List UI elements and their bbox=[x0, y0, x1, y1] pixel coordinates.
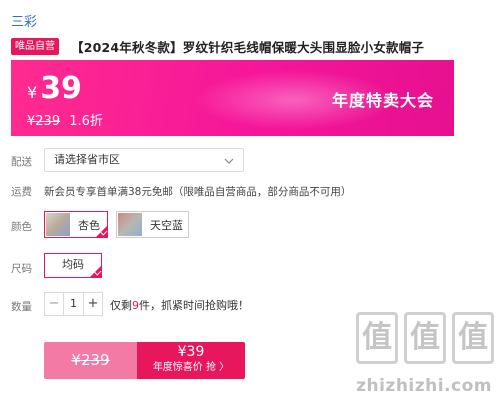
size-option-one-size[interactable]: 均码 bbox=[44, 253, 102, 278]
quantity-label: 数量 bbox=[11, 301, 32, 313]
region-select[interactable]: 请选择省市区 bbox=[44, 148, 244, 172]
watermark-char: 值 bbox=[404, 312, 446, 364]
selected-check-icon bbox=[96, 226, 107, 237]
self-operated-badge: 唯品自营 bbox=[11, 38, 59, 55]
stock-prefix: 仅剩 bbox=[110, 299, 132, 312]
color-option-apricot[interactable]: 杏色 bbox=[44, 211, 108, 238]
sale-slogan: 年度特卖大会 bbox=[331, 91, 434, 110]
size-option-label: 均码 bbox=[62, 258, 84, 271]
original-price-button-label: ¥239 bbox=[71, 351, 110, 369]
product-title: 【2024年秋冬款】罗纹针织毛线帽保暖大头围显脸小女款帽子 bbox=[71, 40, 425, 55]
shipping-label: 运费 bbox=[11, 186, 32, 198]
buy-now-button[interactable]: ¥39 年度惊喜价 抢 〉 bbox=[137, 342, 245, 379]
original-price: ¥239 bbox=[27, 114, 61, 129]
title-row: 唯品自营 【2024年秋冬款】罗纹针织毛线帽保暖大头围显脸小女款帽子 bbox=[11, 37, 424, 56]
shipping-info: 新会员专享首单满38元免邮（限唯品自营商品，部分商品不可用） bbox=[44, 186, 352, 198]
original-price-row: ¥239 1.6折 bbox=[27, 110, 103, 129]
watermark-char: 值 bbox=[356, 312, 398, 364]
color-option-sky-blue[interactable]: 天空蓝 bbox=[116, 211, 189, 238]
region-select-placeholder: 请选择省市区 bbox=[54, 153, 120, 166]
current-price-value: 39 bbox=[40, 71, 82, 106]
quantity-input[interactable]: 1 bbox=[63, 293, 84, 315]
selected-check-icon bbox=[90, 266, 101, 277]
stock-count: 9 bbox=[132, 299, 139, 312]
color-thumbnail bbox=[118, 213, 142, 236]
quantity-stepper: − 1 + bbox=[44, 292, 103, 316]
brand-link[interactable]: 三彩 bbox=[11, 11, 37, 30]
discount-rate: 1.6折 bbox=[69, 114, 103, 129]
stock-suffix: 件，抓紧时间抢购哦！ bbox=[139, 299, 249, 312]
increase-button[interactable]: + bbox=[84, 293, 102, 315]
buy-now-price: ¥39 bbox=[177, 344, 205, 360]
color-option-label: 天空蓝 bbox=[150, 218, 183, 232]
delivery-label: 配送 bbox=[11, 156, 32, 168]
decrease-button[interactable]: − bbox=[45, 293, 63, 315]
watermark: 值 值 值 zhizhizhi.com bbox=[344, 312, 494, 407]
color-thumbnail bbox=[46, 213, 70, 236]
current-price: ¥ 39 bbox=[27, 74, 82, 104]
original-price-button[interactable]: ¥239 bbox=[44, 342, 137, 379]
currency-symbol: ¥ bbox=[27, 83, 38, 102]
stock-note: 仅剩9件，抓紧时间抢购哦！ bbox=[110, 297, 249, 313]
chevron-down-icon bbox=[224, 150, 234, 181]
price-banner: ¥ 39 ¥239 1.6折 年度特卖大会 bbox=[11, 60, 454, 136]
buy-now-label: 年度惊喜价 抢 〉 bbox=[152, 362, 230, 373]
watermark-char: 值 bbox=[452, 312, 494, 364]
size-label: 尺码 bbox=[11, 263, 32, 275]
watermark-logo: 值 值 值 bbox=[356, 312, 494, 364]
watermark-site: zhizhizhi.com bbox=[356, 376, 492, 396]
color-label: 颜色 bbox=[11, 221, 32, 233]
